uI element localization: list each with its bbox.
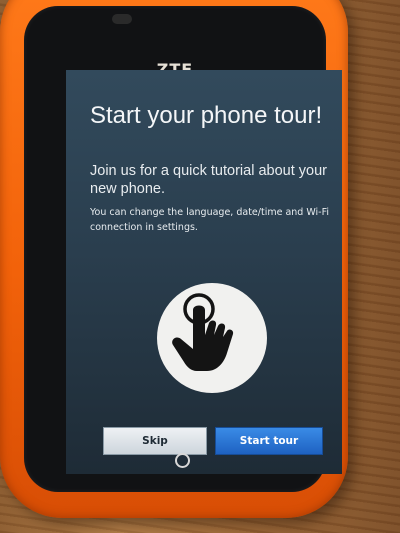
tutorial-illustration <box>157 283 267 393</box>
front-camera <box>112 14 132 24</box>
settings-note: You can change the language, date/time a… <box>90 207 330 233</box>
tap-hand-icon <box>172 293 234 371</box>
tour-subtitle: Join us for a quick tutorial about your … <box>90 163 327 197</box>
home-button[interactable] <box>175 453 190 468</box>
tour-title: Start your phone tour! <box>90 102 323 129</box>
skip-button[interactable]: Skip <box>103 427 207 455</box>
start-tour-button[interactable]: Start tour <box>215 427 323 455</box>
phone-screen: Start your phone tour! Join us for a qui… <box>66 70 342 474</box>
